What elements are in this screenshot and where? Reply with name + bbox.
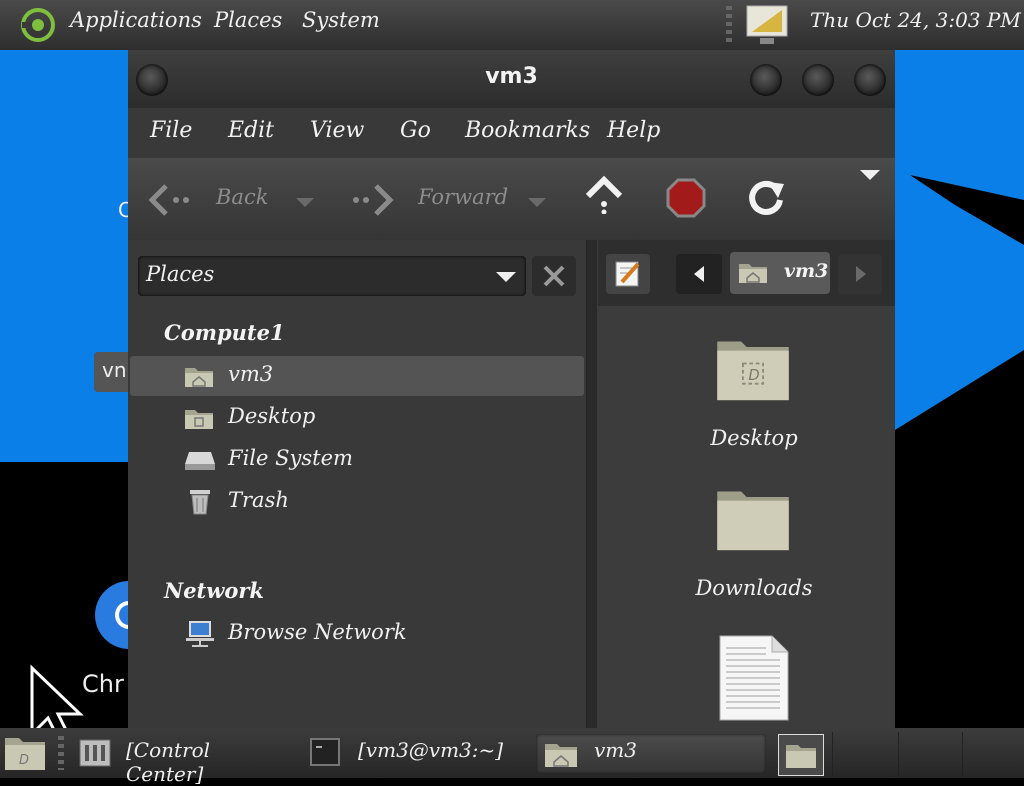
chrome-icon-label[interactable]: Chr [82, 670, 124, 698]
task-control-center[interactable]: [Control Center] [72, 728, 292, 786]
desktop-icon-label-vm[interactable]: vn [94, 352, 128, 392]
sidebar-item-vm3[interactable]: vm3 [130, 356, 584, 396]
file-item-desktop[interactable]: D Desktop [644, 334, 864, 464]
forward-label: Forward [418, 185, 509, 209]
display-settings-icon[interactable] [742, 2, 792, 48]
menu-applications[interactable]: Applications [70, 8, 202, 32]
workspace-1[interactable] [778, 734, 824, 776]
file-item-downloads[interactable]: Downloads [644, 484, 864, 614]
show-desktop-icon[interactable]: D [4, 734, 46, 772]
trash-icon [190, 490, 210, 515]
sidebar-item-label: Trash [228, 488, 289, 512]
sidebar-item-label: File System [228, 446, 353, 470]
desktop-folder-icon: D [717, 341, 789, 401]
file-item-label: Desktop [710, 426, 798, 450]
menu-help[interactable]: Help [607, 118, 660, 143]
forward-button[interactable]: Forward [350, 178, 540, 222]
network-icon [186, 621, 214, 647]
up-arrow-icon[interactable] [584, 174, 624, 214]
panel-handle[interactable] [58, 736, 64, 770]
path-button-vm3[interactable]: vm3 [730, 252, 830, 294]
chrome-icon[interactable] [95, 570, 128, 660]
back-label: Back [216, 185, 269, 209]
desktop-label-vm-text: vn [102, 358, 127, 382]
toggle-location-entry-button[interactable] [606, 254, 650, 294]
sidebar-item-label: vm3 [228, 362, 274, 386]
section-header-network: Network [164, 578, 264, 603]
workspace-2[interactable] [832, 732, 897, 776]
side-pane: Places Compute1 vm3 Desktop File System … [128, 240, 586, 728]
chevron-right-icon [856, 266, 866, 282]
menu-file[interactable]: File [150, 118, 192, 143]
desktop-folder-icon [185, 410, 213, 429]
svg-text:D: D [748, 367, 759, 384]
wallpaper-right [895, 50, 1024, 500]
path-forward-button[interactable] [838, 254, 882, 294]
window-titlebar[interactable]: vm3 [128, 50, 895, 108]
sidebar-item-file-system[interactable]: File System [130, 440, 584, 480]
pane-divider[interactable] [586, 240, 597, 728]
file-item-document[interactable] [714, 634, 794, 724]
maximize-button[interactable] [802, 64, 834, 96]
minimize-button[interactable] [750, 64, 782, 96]
file-manager-window: vm3 File Edit View Go Bookmarks Help Bac… [128, 50, 895, 728]
sidebar-item-label: Desktop [228, 404, 316, 428]
clock[interactable]: Thu Oct 24, 3:03 PM [810, 8, 1021, 32]
section-header-computer: Compute1 [164, 320, 285, 345]
file-item-label: Downloads [695, 576, 813, 600]
home-folder-icon [185, 368, 213, 387]
sidebar-item-trash[interactable]: Trash [130, 482, 584, 522]
sidebar-item-label: Browse Network [228, 620, 407, 644]
top-panel: Applications Places System Thu Oct 24, 3… [0, 0, 1024, 50]
chevron-left-icon [694, 266, 704, 282]
reload-icon[interactable] [746, 178, 786, 218]
stop-icon[interactable] [666, 178, 706, 218]
control-center-icon [79, 739, 111, 767]
menu-go[interactable]: Go [400, 118, 431, 143]
home-folder-icon [545, 744, 577, 767]
menu-edit[interactable]: Edit [228, 118, 274, 143]
panel-handle[interactable] [726, 6, 732, 42]
workspace-3[interactable] [898, 732, 961, 776]
path-button-label: vm3 [784, 260, 829, 282]
drive-icon [185, 452, 215, 470]
path-back-button[interactable] [676, 254, 722, 294]
terminal-icon [310, 738, 340, 766]
task-terminal[interactable]: [vm3@vm3:~] [302, 728, 526, 778]
svg-text:D: D [19, 753, 29, 768]
task-file-manager[interactable]: vm3 [536, 734, 766, 774]
wallpaper-left [0, 50, 128, 462]
menu-view[interactable]: View [310, 118, 364, 143]
edit-location-icon [615, 261, 640, 287]
menu-system[interactable]: System [302, 8, 380, 32]
task-label: [vm3@vm3:~] [358, 738, 504, 762]
sidebar-item-browse-network[interactable]: Browse Network [130, 614, 584, 654]
home-folder-icon [739, 264, 767, 283]
task-label: vm3 [594, 738, 637, 762]
forward-arrow-icon [353, 184, 394, 216]
menu-bookmarks[interactable]: Bookmarks [465, 118, 590, 143]
folder-icon [717, 491, 789, 551]
bottom-panel: D [Control Center] [vm3@vm3:~] vm3 [0, 728, 1024, 786]
chevron-down-icon [496, 272, 516, 282]
location-bar: vm3 [598, 240, 895, 306]
workspace-4[interactable] [962, 732, 1023, 776]
back-history-dropdown-icon[interactable] [296, 198, 314, 208]
toolbar: Back Forward [128, 158, 895, 240]
distro-logo-icon[interactable] [18, 5, 58, 45]
forward-history-dropdown-icon[interactable] [528, 198, 546, 208]
sidebar-item-desktop[interactable]: Desktop [130, 398, 584, 438]
task-label: [Control Center] [126, 738, 211, 786]
back-arrow-icon [148, 184, 189, 216]
close-icon [543, 265, 565, 287]
text-document-icon [719, 635, 789, 721]
close-side-pane-button[interactable] [532, 256, 576, 296]
home-folder-icon [786, 745, 816, 768]
side-pane-selector[interactable]: Places [138, 256, 526, 296]
back-button[interactable]: Back [148, 178, 298, 222]
close-button[interactable] [854, 64, 886, 96]
side-pane-selector-label: Places [146, 262, 215, 286]
toolbar-overflow-icon[interactable] [860, 170, 880, 182]
menu-places[interactable]: Places [214, 8, 282, 32]
